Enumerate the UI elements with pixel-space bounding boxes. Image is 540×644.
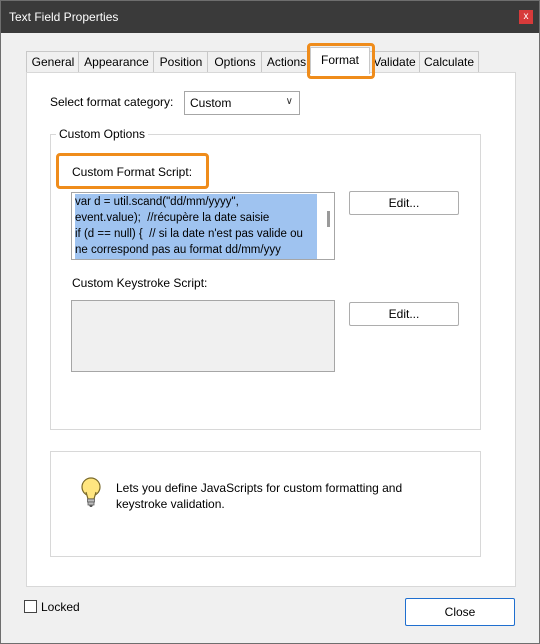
tab-actions[interactable]: Actions bbox=[261, 51, 312, 72]
vertical-scrollbar[interactable] bbox=[327, 211, 330, 227]
edit-keystroke-script-button[interactable]: Edit... bbox=[349, 302, 459, 326]
lightbulb-icon bbox=[80, 476, 102, 513]
format-category-label: Select format category: bbox=[50, 95, 174, 109]
close-button[interactable]: Close bbox=[405, 598, 515, 626]
tab-calculate[interactable]: Calculate bbox=[419, 51, 479, 72]
close-window-icon[interactable]: x bbox=[519, 10, 533, 24]
chevron-down-icon: ∨ bbox=[285, 96, 293, 107]
format-tab-highlight bbox=[307, 43, 375, 79]
tab-options[interactable]: Options bbox=[207, 51, 263, 72]
window-title: Text Field Properties bbox=[9, 10, 119, 24]
locked-label: Locked bbox=[41, 600, 80, 614]
tab-validate[interactable]: Validate bbox=[368, 51, 421, 72]
format-script-text: var d = util.scand("dd/mm/yyyy", event.v… bbox=[75, 194, 317, 259]
format-category-value: Custom bbox=[190, 96, 232, 110]
tab-general[interactable]: General bbox=[26, 51, 80, 72]
locked-checkbox[interactable] bbox=[24, 600, 37, 613]
custom-options-title: Custom Options bbox=[56, 127, 149, 141]
format-category-select[interactable]: Custom ∨ bbox=[184, 91, 300, 115]
info-text: Lets you define JavaScripts for custom f… bbox=[116, 481, 403, 511]
edit-format-script-button[interactable]: Edit... bbox=[349, 191, 459, 215]
titlebar: Text Field Properties x bbox=[1, 1, 539, 33]
custom-keystroke-script-label: Custom Keystroke Script: bbox=[72, 276, 208, 290]
format-script-highlight bbox=[56, 153, 209, 189]
custom-format-script-textarea[interactable]: var d = util.scand("dd/mm/yyyy", event.v… bbox=[71, 192, 335, 260]
tab-position[interactable]: Position bbox=[153, 51, 209, 72]
custom-keystroke-script-textarea[interactable] bbox=[71, 300, 335, 372]
tab-appearance[interactable]: Appearance bbox=[78, 51, 155, 72]
